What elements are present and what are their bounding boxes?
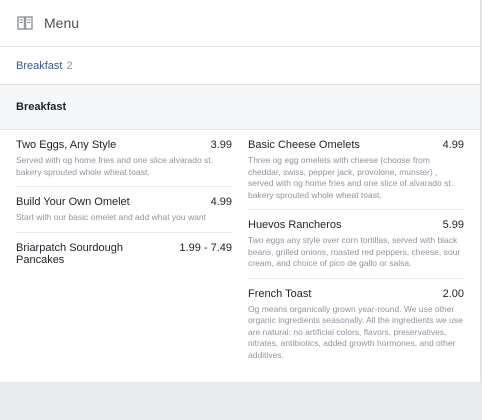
item-price: 3.99 (210, 139, 232, 151)
item-description: Three og egg omelets with cheese (choose… (248, 155, 454, 200)
item-name: Basic Cheese Omelets (248, 139, 360, 151)
menu-header: Menu (0, 0, 480, 47)
item-price: 1.99 - 7.49 (179, 241, 232, 254)
item-price: 4.99 (210, 196, 232, 208)
item-price: 4.99 (442, 139, 464, 151)
item-description: Served with og home fries and one slice … (16, 155, 214, 177)
item-description: Two eggs any style over corn tortillas, … (248, 235, 461, 268)
category-title: Breakfast (0, 85, 480, 130)
menu-book-icon (16, 14, 34, 32)
item-name: Two Eggs, Any Style (16, 139, 117, 151)
menu-title: Menu (44, 15, 80, 31)
item-price: 5.99 (442, 219, 464, 231)
menu-column-left: Two Eggs, Any Style 3.99 Served with og … (16, 130, 232, 369)
menu-item: Build Your Own Omelet 4.99 Start with ou… (16, 187, 232, 233)
item-description: Og means organically grown year-round. W… (248, 303, 463, 360)
item-name: Briarpatch Sourdough Pancakes (16, 241, 124, 266)
menu-items: Two Eggs, Any Style 3.99 Served with og … (0, 130, 480, 369)
section-count: 2 (66, 59, 73, 72)
menu-panel: Menu Breakfast 2 Breakfast Two Eggs, Any… (0, 0, 481, 382)
item-name: Huevos Rancheros (248, 219, 342, 231)
menu-item: French Toast 2.00 Og means organically g… (248, 279, 464, 370)
menu-item: Basic Cheese Omelets 4.99 Three og egg o… (248, 130, 464, 210)
item-name: French Toast (248, 287, 312, 300)
item-price: 2.00 (442, 287, 464, 300)
item-name: Build Your Own Omelet (16, 196, 130, 208)
item-description: Start with our basic omelet and add what… (16, 212, 206, 222)
menu-item: Huevos Rancheros 5.99 Two eggs any style… (248, 210, 464, 279)
section-link-breakfast[interactable]: Breakfast (16, 60, 62, 72)
menu-item: Two Eggs, Any Style 3.99 Served with og … (16, 130, 232, 187)
menu-column-right: Basic Cheese Omelets 4.99 Three og egg o… (248, 130, 464, 369)
menu-item: Briarpatch Sourdough Pancakes 1.99 - 7.4… (16, 233, 232, 274)
section-nav: Breakfast 2 (0, 47, 480, 85)
